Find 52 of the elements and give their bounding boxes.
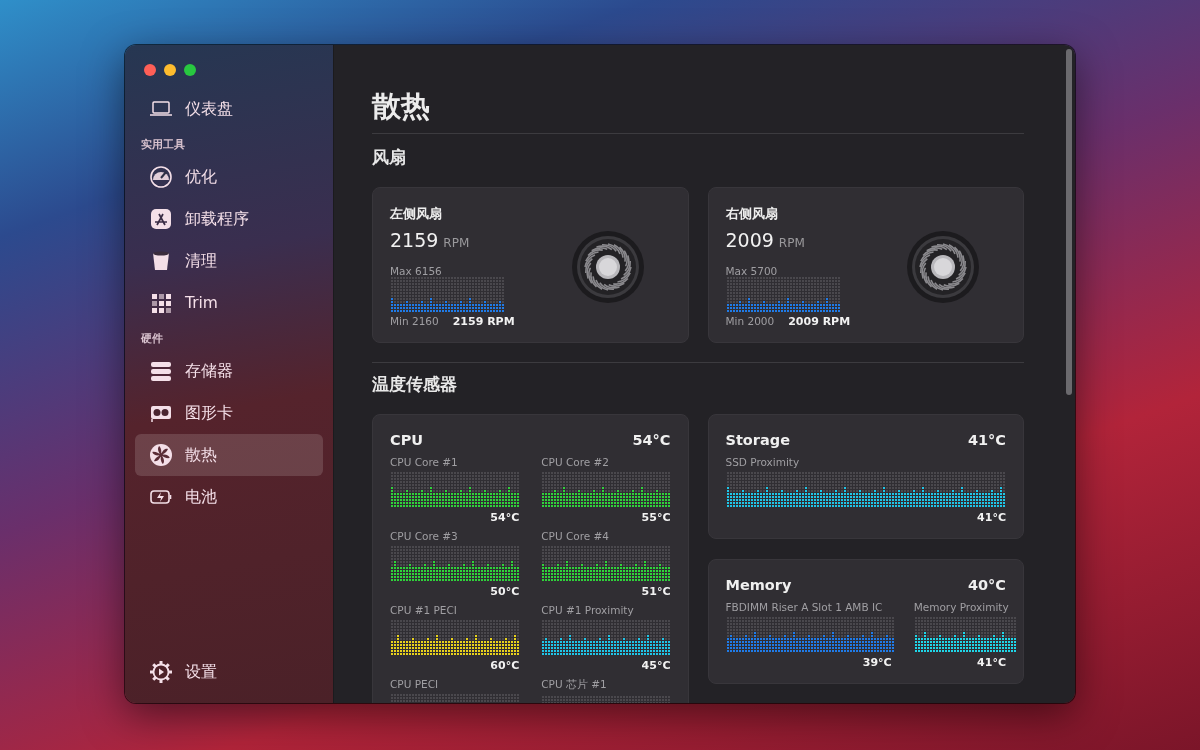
page-title: 散热	[372, 45, 1024, 134]
sensor-temperature: 50°C	[490, 585, 520, 598]
sensor-name: CPU 芯片 #1	[541, 678, 608, 692]
sidebar-item[interactable]: 电池	[135, 476, 323, 518]
fan-speed: 2159	[390, 229, 439, 251]
sidebar-item[interactable]: 仪表盘	[135, 88, 323, 130]
sensor-name: CPU Core #3	[390, 530, 459, 542]
sensor-name: CPU Core #2	[541, 456, 611, 468]
sensor-name: CPU Core #4	[541, 530, 611, 542]
group-name: Memory	[725, 577, 792, 593]
sensor-temperature: 55°C	[641, 511, 671, 524]
sensor-name: CPU #1 Proximity	[541, 604, 635, 616]
group-name: Storage	[725, 432, 790, 448]
unit-label: RPM	[778, 236, 805, 250]
sensor-temperature: 51°C	[641, 585, 671, 598]
max-speed: Max 6156	[390, 265, 443, 277]
sensor-temperature: 60°C	[490, 659, 520, 672]
sidebar-item[interactable]: 存储器	[135, 350, 323, 392]
section-header: 实用工具	[140, 137, 186, 152]
sidebar-item[interactable]: Trim	[135, 282, 323, 324]
sensor-temperature: 45°C	[641, 659, 671, 672]
sensor-temperature: 39°C	[862, 656, 892, 669]
sidebar-item[interactable]: 图形卡	[135, 392, 323, 434]
fan-speed: 2009	[725, 229, 774, 251]
sensor-name: CPU PECI	[390, 678, 440, 690]
sidebar-item[interactable]: 优化	[135, 156, 323, 198]
min-speed: Min 2000	[725, 315, 775, 327]
group-temperature: 41°C	[967, 432, 1006, 448]
group-name: CPU	[390, 432, 424, 448]
sensor-temperature: 54°C	[490, 511, 520, 524]
sensor-temperature: 41°C	[977, 656, 1006, 669]
section-title: 风扇	[372, 146, 407, 169]
unit-label: RPM	[443, 236, 470, 250]
sensor-temperature: 41°C	[977, 511, 1006, 524]
current-speed: 2159 RPM	[452, 315, 515, 328]
sidebar-item[interactable]: 设置	[135, 651, 323, 693]
sensor-name: CPU Core #1	[390, 456, 459, 468]
sensor-name: CPU #1 PECI	[390, 604, 458, 616]
current-speed: 2009 RPM	[788, 315, 851, 328]
group-temperature: 54°C	[632, 432, 671, 448]
group-temperature: 40°C	[967, 577, 1006, 593]
max-speed: Max 5700	[725, 265, 779, 277]
sensor-name: SSD Proximity	[725, 456, 801, 468]
sensor-name: FBDIMM Riser A Slot 1 AMB IC	[725, 601, 884, 613]
min-speed: Min 2160	[390, 315, 439, 327]
fan-name: 左侧风扇	[390, 205, 443, 223]
sidebar-item[interactable]: 散热	[135, 434, 323, 476]
sidebar-item[interactable]: 清理	[135, 240, 323, 282]
fan-name: 右侧风扇	[725, 205, 779, 223]
sidebar-item[interactable]: 卸载程序	[135, 198, 323, 240]
section-title: 温度传感器	[372, 373, 458, 396]
section-header: 硬件	[140, 331, 164, 346]
